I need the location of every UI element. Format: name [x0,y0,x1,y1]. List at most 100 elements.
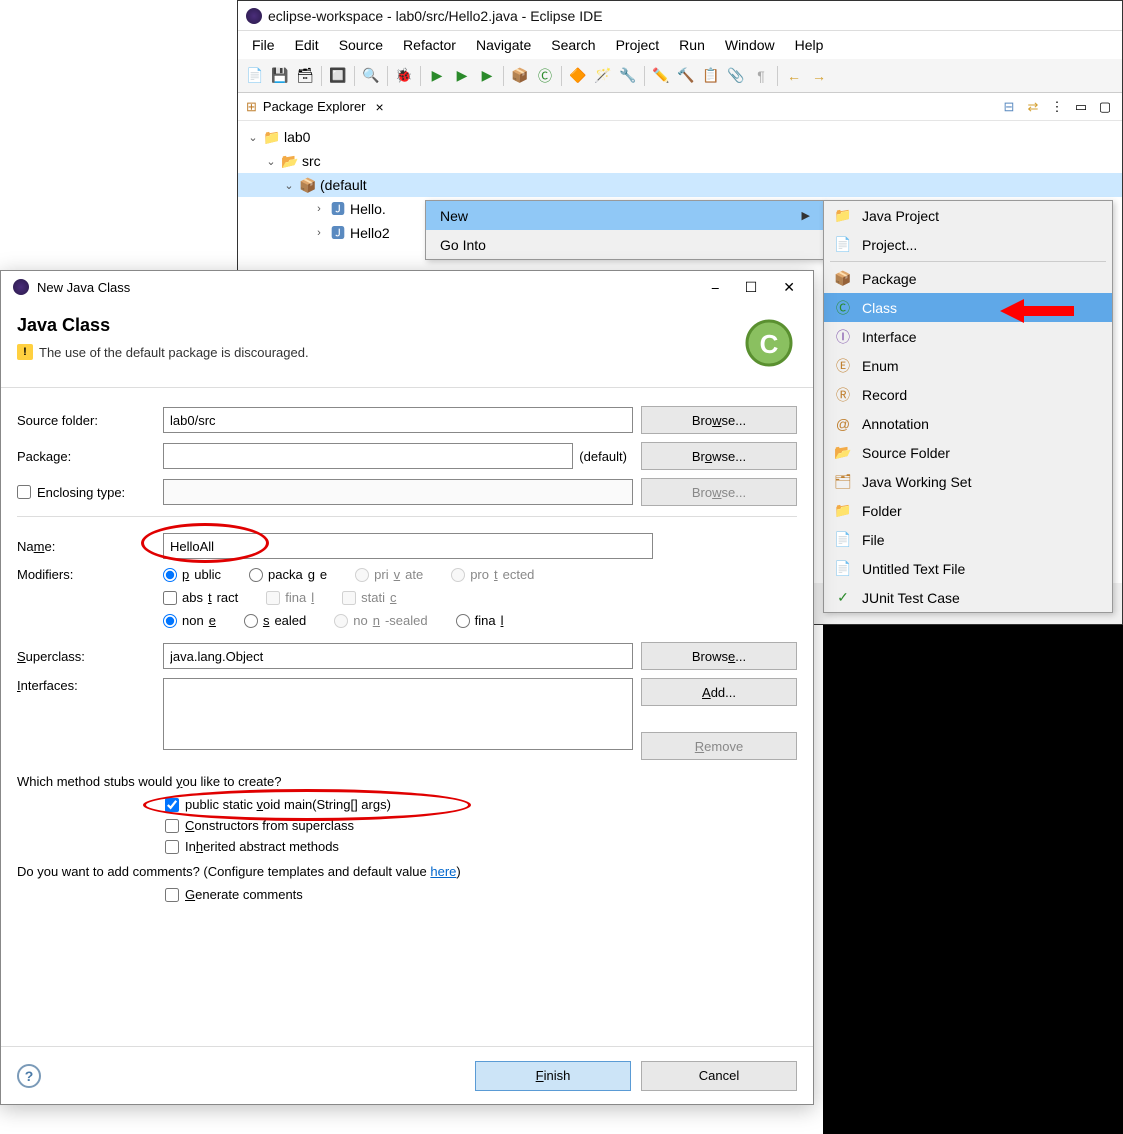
run-icon[interactable]: ▶ [426,65,448,87]
modifier-abstract[interactable]: abstract [163,590,238,605]
fwd-icon[interactable]: → [808,65,830,87]
package-input[interactable] [163,443,573,469]
context-new[interactable]: New ▶ [426,201,824,230]
enclosing-input [163,479,633,505]
menu-navigate[interactable]: Navigate [468,34,539,56]
submenu-package[interactable]: 📦Package [824,264,1112,293]
menu-source[interactable]: Source [331,34,391,56]
collapse-icon[interactable]: ⊟ [1000,98,1018,116]
working-set-icon: 🗂 [834,474,852,490]
new-pkg-icon[interactable]: 📦 [509,65,531,87]
tree-default-package[interactable]: ⌄ 📦 (default [238,173,1122,197]
menu-search[interactable]: Search [543,34,603,56]
java-file-icon: 🅹 [329,201,347,217]
browse-button[interactable]: Browse... [641,406,797,434]
new-submenu: 📁Java Project 📄Project... 📦Package ⒸClas… [823,200,1113,613]
minimize-icon[interactable]: ⎯ [712,279,719,296]
enclosing-label: Enclosing type: [17,485,163,500]
coverage-icon[interactable]: ▶ [451,65,473,87]
name-input[interactable] [163,533,653,559]
runlast-icon[interactable]: ▶ [476,65,498,87]
browse-button[interactable]: Browse... [641,442,797,470]
submenu-enum[interactable]: ⒺEnum [824,351,1112,380]
maximize-icon[interactable]: ▢ [1096,98,1114,116]
toolbar-sep [777,66,778,86]
cancel-button[interactable]: Cancel [641,1061,797,1091]
menu-window[interactable]: Window [717,34,783,56]
chevron-down-icon[interactable]: ⌄ [282,179,296,192]
enclosing-checkbox[interactable] [17,485,31,499]
submenu-folder[interactable]: 📁Folder [824,496,1112,525]
submenu-java-project[interactable]: 📁Java Project [824,201,1112,230]
folder-icon: 📁 [834,503,852,519]
here-link[interactable]: here [430,864,456,879]
svg-text:C: C [760,329,779,359]
submenu-untitled[interactable]: 📄Untitled Text File [824,554,1112,583]
modifier-sealed[interactable]: sealed [244,613,306,628]
open-task-icon[interactable]: 🔶 [567,65,589,87]
modifier-none[interactable]: none [163,613,216,628]
submenu-file[interactable]: 📄File [824,525,1112,554]
chevron-right-icon[interactable]: › [312,227,326,239]
pilcrow-icon[interactable]: ¶ [750,65,772,87]
modifier-final2[interactable]: final [456,613,504,628]
add-button[interactable]: Add... [641,678,797,706]
menu-refactor[interactable]: Refactor [395,34,464,56]
nav3-icon[interactable]: 📋 [700,65,722,87]
close-view-icon[interactable]: × [372,99,388,115]
help-icon[interactable]: ? [17,1064,41,1088]
browse-button[interactable]: Browse... [641,642,797,670]
menu-edit[interactable]: Edit [287,34,327,56]
finish-button[interactable]: Finish [475,1061,631,1091]
menu-help[interactable]: Help [787,34,832,56]
maximize-icon[interactable]: ☐ [745,279,758,296]
view-menu-icon[interactable]: ⋮ [1048,98,1066,116]
tree-src[interactable]: ⌄ 📂 src [238,149,1122,173]
submenu-working-set[interactable]: 🗂Java Working Set [824,467,1112,496]
nav2-icon[interactable]: 🔨 [675,65,697,87]
wand-icon[interactable]: 🪄 [592,65,614,87]
inherited-checkbox[interactable] [165,840,179,854]
nav4-icon[interactable]: 📎 [725,65,747,87]
interfaces-input[interactable] [163,678,633,750]
stub-main-label: public static void main(String[] args) [185,797,391,812]
nav-icon[interactable]: ✏️ [650,65,672,87]
debug-icon[interactable]: 🐞 [393,65,415,87]
menu-file[interactable]: File [244,34,283,56]
submenu-project[interactable]: 📄Project... [824,230,1112,259]
context-label: New [440,208,468,224]
name-label: Name: [17,539,163,554]
back-icon[interactable]: ← [783,65,805,87]
menu-project[interactable]: Project [608,34,668,56]
link-icon[interactable]: ⇄ [1024,98,1042,116]
close-icon[interactable]: ✕ [783,279,795,296]
modifier-package[interactable]: package [249,567,327,582]
new-class-icon[interactable]: Ⓒ [534,65,556,87]
saveall-icon[interactable]: 🗃 [294,65,316,87]
main-checkbox[interactable] [165,798,179,812]
submenu-interface[interactable]: ⒾInterface [824,322,1112,351]
submenu-annotation[interactable]: @Annotation [824,409,1112,438]
new-icon[interactable]: 📄 [244,65,266,87]
open-type-icon[interactable]: 🔲 [327,65,349,87]
chevron-down-icon[interactable]: ⌄ [264,155,278,168]
context-go-into[interactable]: Go Into [426,230,824,259]
toolbar-sep [503,66,504,86]
menu-run[interactable]: Run [671,34,713,56]
constructors-checkbox[interactable] [165,819,179,833]
superclass-input[interactable] [163,643,633,669]
chevron-down-icon[interactable]: ⌄ [246,131,260,144]
generate-comments-checkbox[interactable] [165,888,179,902]
submenu-source-folder[interactable]: 📂Source Folder [824,438,1112,467]
minimize-icon[interactable]: ▭ [1072,98,1090,116]
search-icon[interactable]: 🔍 [360,65,382,87]
dialog-footer: ? Finish Cancel [1,1046,813,1104]
source-folder-input[interactable] [163,407,633,433]
wand2-icon[interactable]: 🔧 [617,65,639,87]
tree-project[interactable]: ⌄ 📁 lab0 [238,125,1122,149]
submenu-junit[interactable]: ✓JUnit Test Case [824,583,1112,612]
chevron-right-icon[interactable]: › [312,203,326,215]
modifier-public[interactable]: public [163,567,221,582]
save-icon[interactable]: 💾 [269,65,291,87]
submenu-record[interactable]: ⓇRecord [824,380,1112,409]
